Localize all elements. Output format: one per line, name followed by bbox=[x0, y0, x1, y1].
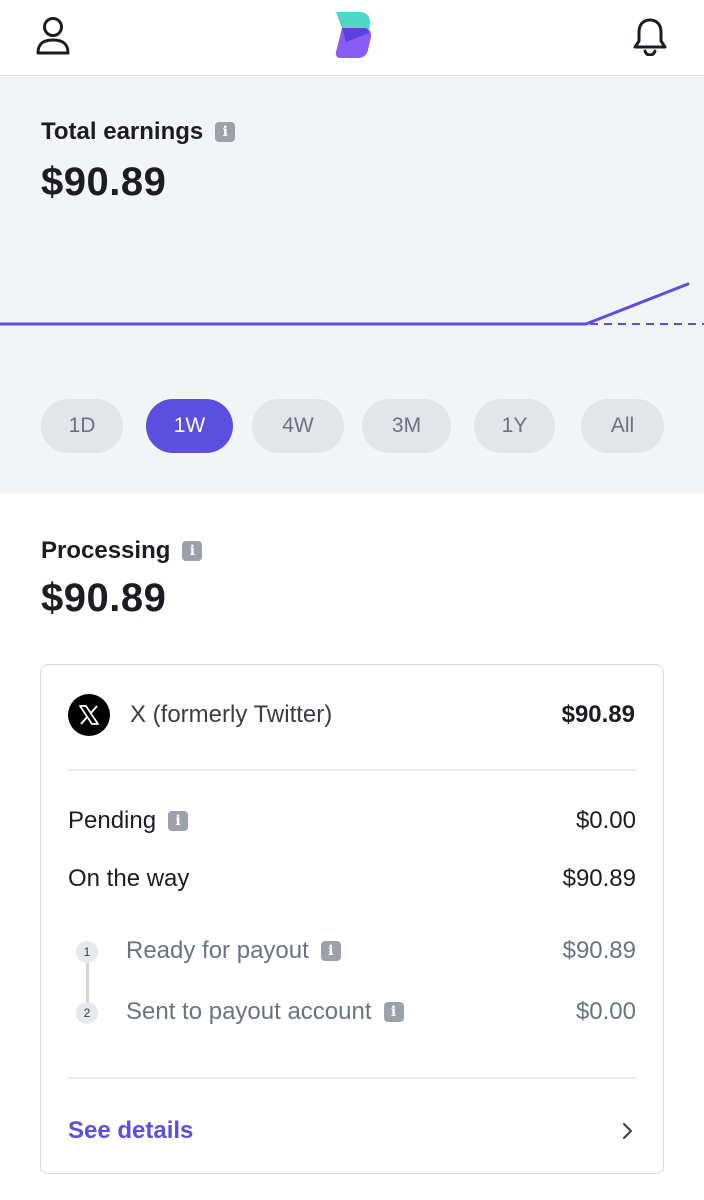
range-4w-button[interactable]: 4W bbox=[252, 399, 344, 453]
divider bbox=[68, 1077, 636, 1079]
see-details-link[interactable]: See details bbox=[68, 1117, 193, 1145]
processing-label-row: Processing i bbox=[41, 537, 203, 565]
pending-row: Pending i $0.00 bbox=[68, 807, 636, 835]
top-bar bbox=[0, 0, 704, 76]
platform-earnings-card: X (formerly Twitter) $90.89 Pending i $0… bbox=[40, 664, 664, 1174]
processing-amount: $90.89 bbox=[41, 576, 167, 620]
total-earnings-label-row: Total earnings i bbox=[41, 118, 236, 146]
processing-label: Processing bbox=[41, 537, 171, 564]
platform-amount: $90.89 bbox=[561, 701, 635, 728]
earnings-panel: Total earnings i $90.89 1D 1W 4W 3M 1Y A… bbox=[0, 76, 704, 494]
chevron-right-icon[interactable] bbox=[617, 1119, 637, 1143]
total-earnings-amount: $90.89 bbox=[41, 160, 167, 204]
info-icon[interactable]: i bbox=[182, 541, 203, 561]
range-1w-button[interactable]: 1W bbox=[146, 399, 233, 453]
step-number: 2 bbox=[76, 1002, 98, 1024]
step-value: $90.89 bbox=[562, 937, 636, 964]
on-the-way-label: On the way bbox=[68, 865, 190, 892]
earnings-line-rise bbox=[584, 282, 690, 326]
divider bbox=[68, 769, 636, 771]
platform-name: X (formerly Twitter) bbox=[130, 701, 333, 728]
earnings-chart bbox=[0, 282, 704, 326]
info-icon[interactable]: i bbox=[168, 811, 189, 831]
step-value: $0.00 bbox=[575, 998, 636, 1025]
pending-label: Pending bbox=[68, 807, 157, 834]
step-label: Ready for payout bbox=[126, 937, 309, 964]
notifications-bell-icon[interactable] bbox=[626, 12, 674, 60]
on-the-way-value: $90.89 bbox=[562, 865, 636, 892]
range-all-button[interactable]: All bbox=[581, 399, 664, 453]
total-earnings-label: Total earnings bbox=[41, 118, 204, 145]
step-label: Sent to payout account bbox=[126, 998, 372, 1025]
range-3m-button[interactable]: 3M bbox=[362, 399, 451, 453]
ready-for-payout-row: Ready for payout i $90.89 bbox=[126, 937, 636, 965]
sent-to-payout-row: Sent to payout account i $0.00 bbox=[126, 998, 636, 1026]
info-icon[interactable]: i bbox=[320, 941, 341, 961]
range-1d-button[interactable]: 1D bbox=[41, 399, 123, 453]
range-1y-button[interactable]: 1Y bbox=[474, 399, 555, 453]
app-logo-icon bbox=[332, 10, 374, 60]
pending-value: $0.00 bbox=[575, 807, 636, 834]
step-number: 1 bbox=[76, 941, 98, 963]
on-the-way-row: On the way $90.89 bbox=[68, 865, 636, 893]
info-icon[interactable]: i bbox=[383, 1002, 404, 1022]
time-range-selector: 1D 1W 4W 3M 1Y All bbox=[0, 399, 704, 453]
profile-icon[interactable] bbox=[29, 12, 77, 60]
x-logo-icon bbox=[68, 694, 110, 736]
info-icon[interactable]: i bbox=[215, 122, 236, 142]
